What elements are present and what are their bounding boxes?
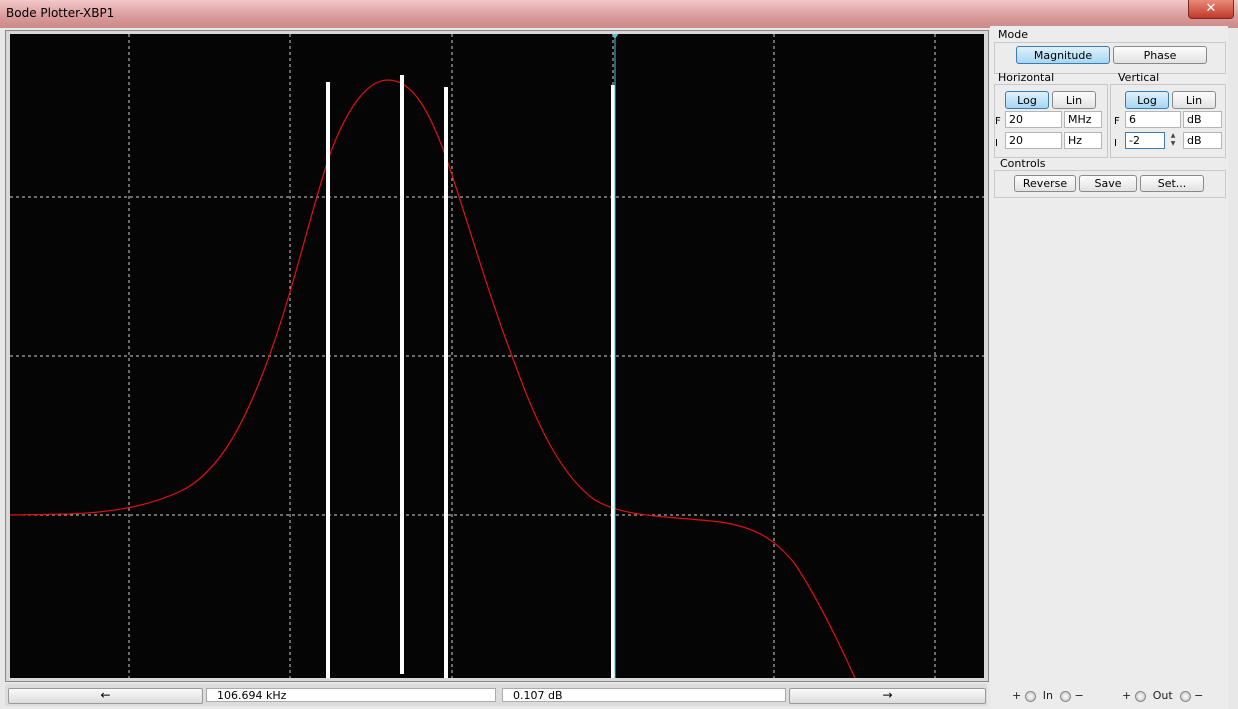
vertical-initial-unit[interactable]: dB — [1183, 132, 1222, 149]
horizontal-label: Horizontal — [998, 71, 1055, 84]
horizontal-initial-input[interactable]: 20 — [1005, 132, 1062, 149]
vertical-initial-input[interactable]: -2 — [1125, 132, 1165, 149]
in-minus-label: − — [1074, 689, 1084, 702]
phase-button[interactable]: Phase — [1113, 46, 1207, 64]
horizontal-final-prefix: F — [995, 116, 1001, 127]
magnitude-readout: 0.107 dB — [502, 688, 786, 702]
vertical-final-unit[interactable]: dB — [1183, 111, 1222, 128]
out-terminals: + Out − — [1122, 689, 1203, 702]
close-icon[interactable]: ✕ — [1188, 0, 1234, 19]
horizontal-initial-unit[interactable]: Hz — [1064, 132, 1102, 149]
vertical-initial-spinner[interactable]: ▲ ▼ — [1167, 132, 1179, 149]
vertical-lin-button[interactable]: Lin — [1172, 91, 1216, 109]
window-title: Bode Plotter-XBP1 — [6, 6, 115, 20]
horizontal-final-unit[interactable]: MHz — [1064, 111, 1102, 128]
out-label: Out — [1152, 689, 1173, 702]
controls-label: Controls — [1000, 157, 1046, 170]
bode-plot-svg — [10, 34, 984, 678]
out-minus-terminal-icon[interactable] — [1179, 690, 1191, 702]
in-minus-terminal-icon[interactable] — [1059, 690, 1071, 702]
horizontal-log-button[interactable]: Log — [1005, 91, 1049, 109]
reverse-button[interactable]: Reverse — [1014, 175, 1076, 192]
out-plus-label: + — [1122, 689, 1132, 702]
magnitude-trace — [10, 79, 856, 678]
out-plus-terminal-icon[interactable] — [1134, 690, 1146, 702]
cursor-right-button[interactable]: → — [789, 688, 986, 704]
vertical-initial-prefix: I — [1114, 138, 1117, 149]
marker-lines — [326, 75, 615, 678]
in-terminals: + In − — [1012, 689, 1084, 702]
grid-lines — [10, 34, 984, 678]
in-label: In — [1042, 689, 1053, 702]
bode-plot[interactable] — [10, 34, 984, 678]
horizontal-final-input[interactable]: 20 — [1005, 111, 1062, 128]
frequency-readout: 106.694 kHz — [206, 688, 496, 702]
in-plus-terminal-icon[interactable] — [1024, 690, 1036, 702]
save-button[interactable]: Save — [1079, 175, 1137, 192]
set-button[interactable]: Set... — [1140, 175, 1204, 192]
mode-label: Mode — [998, 28, 1028, 41]
out-minus-label: − — [1194, 689, 1204, 702]
title-bar: Bode Plotter-XBP1 ✕ — [0, 0, 1238, 28]
settings-panel: Mode Magnitude Phase Horizontal Log Lin … — [990, 26, 1228, 709]
cursor-left-button[interactable]: ← — [8, 688, 203, 704]
vertical-final-input[interactable]: 6 — [1125, 111, 1181, 128]
horizontal-initial-prefix: I — [995, 138, 998, 149]
vertical-log-button[interactable]: Log — [1125, 91, 1169, 109]
vertical-label: Vertical — [1118, 71, 1160, 84]
vertical-final-prefix: F — [1114, 116, 1120, 127]
in-plus-label: + — [1012, 689, 1022, 702]
horizontal-lin-button[interactable]: Lin — [1052, 91, 1096, 109]
spin-down-icon[interactable]: ▼ — [1167, 140, 1179, 148]
spin-up-icon[interactable]: ▲ — [1167, 132, 1179, 140]
cursor-handle-icon — [611, 34, 619, 39]
magnitude-button[interactable]: Magnitude — [1016, 46, 1110, 64]
